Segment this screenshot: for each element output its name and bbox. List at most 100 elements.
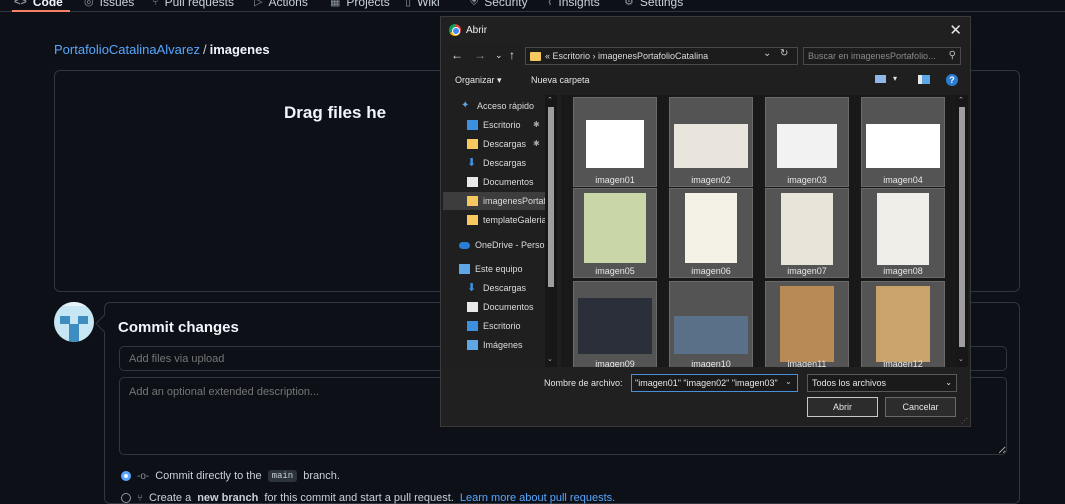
sidebar-item-label: Documentos — [483, 302, 534, 312]
file-item[interactable]: imagen10 — [669, 281, 753, 367]
navigation-pane: ✦ Acceso rápido Escritorio ✱ Descargas ✱ ⬇ Desc… — [441, 97, 559, 367]
view-options-icon[interactable] — [875, 75, 886, 83]
tab-wiki[interactable]: ▯ Wiki — [405, 0, 440, 8]
file-item[interactable]: imagen01 — [573, 97, 657, 187]
back-arrow-icon[interactable]: ← — [451, 48, 463, 62]
close-icon[interactable]: ✕ — [949, 21, 962, 39]
file-item[interactable]: imagen12 — [861, 281, 945, 367]
branch-name-chip: main — [267, 470, 298, 482]
tab-label: Settings — [639, 0, 684, 9]
sidebar-item-este-equipo[interactable]: Este equipo — [459, 260, 555, 278]
file-item[interactable]: imagen03 — [765, 97, 849, 187]
file-item[interactable]: imagen05 — [573, 188, 657, 278]
file-item[interactable]: imagen09 — [573, 281, 657, 367]
search-input[interactable]: Buscar en imagenesPortafolio... ⚲ — [803, 47, 961, 65]
address-dropdown-icon[interactable]: ⌄ — [763, 48, 771, 59]
scroll-thumb[interactable] — [548, 107, 554, 287]
up-arrow-icon[interactable]: ↑ — [509, 48, 515, 62]
document-icon — [467, 177, 478, 187]
file-item[interactable]: imagen07 — [765, 188, 849, 278]
file-thumbnail-image — [781, 193, 833, 265]
breadcrumb-dir: imagenes — [209, 42, 270, 57]
file-thumbnail-image — [578, 298, 652, 354]
filetype-select[interactable]: Todos los archivos ⌄ — [807, 374, 957, 392]
file-thumbnail-image — [777, 124, 837, 168]
sidebar-item-imagenesportafolio[interactable]: imagenesPortafolio — [443, 192, 557, 210]
file-item[interactable]: imagen04 — [861, 97, 945, 187]
sidebar-item-onedrive-personal[interactable]: OneDrive - Personal — [459, 236, 555, 254]
tab-projects[interactable]: ▦ Projects — [330, 0, 390, 8]
tab-settings[interactable]: ⚙ Settings — [624, 0, 683, 8]
wiki-icon: ▯ — [405, 0, 412, 8]
file-name-label: imagen10 — [691, 359, 731, 367]
navigation-scrollbar[interactable]: ⌃ ⌄ — [545, 95, 557, 367]
chevron-down-icon[interactable]: ⌄ — [785, 377, 792, 386]
dialog-titlebar[interactable]: Abrir ✕ — [441, 17, 970, 45]
scroll-down-icon[interactable]: ⌄ — [958, 355, 964, 363]
file-item[interactable]: imagen06 — [669, 188, 753, 278]
tab-code[interactable]: <> Code — [14, 0, 63, 8]
commit-icon: -o- — [137, 470, 150, 482]
file-name-label: imagen07 — [787, 266, 827, 276]
forward-arrow-icon[interactable]: → — [474, 48, 486, 62]
commit-title: Commit changes — [118, 319, 239, 336]
file-item[interactable]: imagen02 — [669, 97, 753, 187]
gear-icon: ⚙ — [624, 0, 634, 8]
view-dropdown-icon[interactable]: ▾ — [893, 74, 897, 83]
file-thumbnail-image — [584, 193, 646, 263]
insights-icon: ⌇ — [547, 0, 553, 8]
tab-issues[interactable]: ◎ Issues — [84, 0, 134, 8]
tab-insights[interactable]: ⌇ Insights — [547, 0, 600, 8]
sidebar-item-label: templateGaleria — [483, 215, 547, 225]
open-button[interactable]: Abrir — [807, 397, 878, 417]
commit-new-branch-option[interactable]: ⑂ Create a new branch for this commit an… — [121, 492, 615, 504]
sidebar-item-acceso-r-pido[interactable]: ✦ Acceso rápido — [461, 97, 557, 115]
scroll-up-icon[interactable]: ⌃ — [547, 96, 553, 104]
cloud-icon — [459, 241, 470, 249]
file-thumbnail-image — [877, 193, 929, 265]
drag-files-text: Drag files he — [284, 103, 387, 122]
address-path: « Escritorio › imagenesPortafolioCatalin… — [545, 51, 709, 61]
scroll-thumb[interactable] — [959, 107, 965, 347]
resize-grip-icon[interactable]: ⋰ — [961, 417, 968, 425]
pinned-icon: ✱ — [533, 139, 540, 148]
sidebar-item-label: Descargas — [483, 158, 527, 168]
cancel-button[interactable]: Cancelar — [885, 397, 956, 417]
filename-label: Nombre de archivo: — [544, 378, 623, 388]
breadcrumb: PortafolioCatalinaAlvarez / imagenes — [54, 42, 270, 57]
active-tab-underline — [12, 10, 70, 12]
preview-pane-icon[interactable] — [918, 75, 930, 84]
projects-icon: ▦ — [330, 0, 341, 8]
scroll-up-icon[interactable]: ⌃ — [958, 96, 964, 104]
recent-locations-icon[interactable]: ⌄ — [495, 50, 503, 61]
commit-direct-option[interactable]: -o- Commit directly to the main branch. — [121, 470, 340, 482]
files-scrollbar[interactable]: ⌃ ⌄ — [956, 95, 968, 367]
file-name-label: imagen05 — [595, 266, 635, 276]
file-item[interactable]: imagen08 — [861, 188, 945, 278]
address-bar[interactable]: « Escritorio › imagenesPortafolioCatalin… — [525, 47, 798, 65]
file-name-label: imagen02 — [691, 175, 731, 185]
tab-actions[interactable]: ▷ Actions — [254, 0, 308, 8]
dialog-toolbar: Organizar ▾ Nueva carpeta ▾ ? — [441, 71, 970, 93]
filename-input[interactable]: "imagen01" "imagen02" "imagen03" — [631, 374, 798, 392]
breadcrumb-repo-link[interactable]: PortafolioCatalinaAlvarez — [54, 42, 200, 57]
file-thumbnail-image — [674, 124, 748, 168]
sidebar-item-label: Imágenes — [483, 340, 523, 350]
tab-pull-requests[interactable]: ⑂ Pull requests — [152, 0, 234, 8]
help-icon[interactable]: ? — [946, 74, 958, 86]
commit-new-branch-radio[interactable] — [121, 493, 131, 503]
tab-security[interactable]: ⛨ Security — [470, 0, 528, 8]
file-item[interactable]: imagen11 — [765, 281, 849, 367]
computer-icon — [459, 264, 470, 274]
scroll-down-icon[interactable]: ⌄ — [547, 355, 553, 363]
tab-label: Actions — [268, 0, 308, 9]
new-folder-button[interactable]: Nueva carpeta — [531, 75, 590, 85]
pinned-icon: ✱ — [533, 120, 540, 129]
new-branch-bold: new branch — [197, 492, 259, 504]
commit-direct-radio[interactable] — [121, 471, 131, 481]
issue-icon: ◎ — [84, 0, 94, 8]
refresh-icon[interactable]: ↻ — [780, 48, 788, 59]
learn-more-link[interactable]: Learn more about pull requests. — [460, 492, 615, 504]
organize-menu[interactable]: Organizar ▾ — [455, 75, 502, 86]
folder-icon — [530, 51, 541, 61]
